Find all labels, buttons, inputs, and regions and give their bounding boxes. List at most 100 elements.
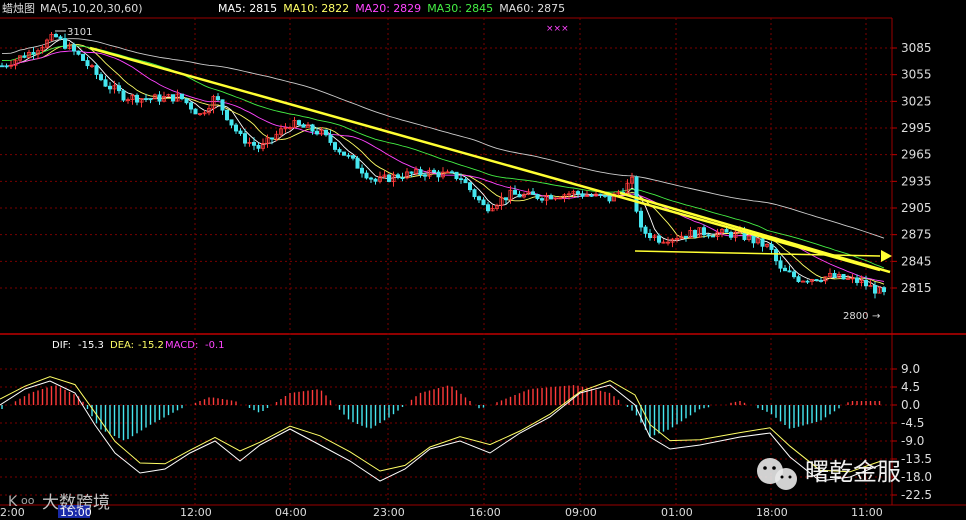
candle-body [328, 134, 333, 143]
candle-body [832, 273, 837, 278]
ma-legend-label: MA10: [283, 2, 318, 15]
macd-histogram [1, 385, 881, 441]
trendline-primary [89, 46, 881, 272]
candle-body [22, 55, 27, 58]
candle-body [256, 144, 261, 149]
candle-body [607, 195, 612, 202]
candle-body [179, 93, 184, 100]
candle-body [157, 94, 162, 102]
price-tick-label: 3055 [901, 68, 932, 82]
candle-body [684, 235, 689, 239]
candle-body [238, 130, 243, 134]
candle-body [85, 60, 90, 67]
candle-body [215, 96, 220, 101]
candle-body [485, 204, 490, 212]
candle-body [4, 65, 9, 68]
macd-tick-label: -22.5 [901, 488, 932, 502]
candle-body [359, 167, 364, 174]
ma-legend-value: 2815 [249, 2, 277, 15]
candle-body [517, 193, 522, 198]
candle-body [269, 137, 274, 140]
low-price-arrow-icon: → [872, 311, 880, 322]
candle-body [729, 231, 734, 238]
candle-body [648, 233, 653, 238]
moving-average-lines [1, 38, 885, 290]
candle-body [400, 177, 405, 179]
dif-label: DIF: [52, 340, 71, 351]
candle-body [220, 99, 225, 111]
candle-body [422, 174, 427, 177]
candle-body [355, 157, 360, 169]
candle-body [72, 44, 77, 52]
candle-body [751, 235, 756, 244]
macd-tick-label: 9.0 [901, 362, 920, 376]
candle-body [31, 51, 36, 55]
candle-body [193, 108, 198, 115]
marker-label: ××× [546, 24, 569, 34]
candle-body [143, 98, 148, 100]
candle-body [233, 124, 238, 132]
candle-body [81, 53, 86, 61]
trendline-secondary [619, 191, 891, 274]
candlesticks [0, 31, 887, 299]
candle-body [531, 191, 536, 195]
candle-body [229, 119, 234, 126]
macd-tick-label: 4.5 [901, 380, 920, 394]
watermark-right: 曙乾金服 [757, 458, 901, 490]
time-label: 04:00 [275, 506, 307, 519]
macd-tick-label: 0.0 [901, 398, 920, 412]
macd-tick-label: -9.0 [901, 434, 924, 448]
time-label: 16:00 [469, 506, 501, 519]
dea-label: DEA: [110, 340, 134, 351]
time-axis: 12:00 04:00 23:00 16:00 09:00 01:00 18:00 11:00 [180, 506, 883, 519]
candle-body [576, 191, 581, 195]
support-arrow-icon [881, 250, 892, 262]
candle-body [819, 280, 824, 282]
candle-body [476, 196, 481, 201]
candle-body [868, 284, 873, 287]
candle-body [54, 33, 59, 38]
candle-body [792, 271, 797, 278]
candle-body [458, 178, 463, 181]
candle-body [431, 169, 436, 173]
price-tick-label: 3085 [901, 41, 932, 55]
candle-body [778, 260, 783, 269]
candle-body [148, 98, 153, 101]
candle-body [301, 124, 306, 128]
candle-body [449, 171, 454, 174]
time-label: 12:00 [180, 506, 212, 519]
candle-body [702, 227, 707, 236]
candle-body [454, 171, 459, 180]
price-tick-label: 2905 [901, 201, 932, 215]
candle-body [134, 94, 139, 103]
candle-body [350, 155, 355, 159]
candle-body [296, 120, 301, 126]
candle-body [436, 171, 441, 178]
candle-body [535, 194, 540, 199]
candle-body [251, 141, 256, 146]
candle-body [643, 226, 648, 234]
ma-legend-value: 2822 [321, 2, 349, 15]
dif-value: -15.3 [78, 340, 104, 351]
macd-tick-label: -4.5 [901, 416, 924, 430]
candle-body [693, 230, 698, 238]
candle-body [796, 276, 801, 282]
candle-body [711, 235, 716, 238]
candle-body [242, 133, 247, 144]
chart-canvas[interactable]: 蜡烛图 MA(5,10,20,30,60) MA5: 2815 MA10: 2822 M… [0, 0, 966, 520]
ma-legend-value: 2829 [393, 2, 421, 15]
candle-body [760, 238, 765, 247]
support-line [634, 250, 881, 257]
candle-body [409, 171, 414, 174]
high-price-label: 3101 [67, 27, 92, 38]
ma-line [2, 50, 885, 282]
candle-body [121, 90, 126, 101]
candle-body [774, 249, 779, 262]
candle-body [337, 149, 342, 153]
price-tick-label: 2815 [901, 281, 932, 295]
candle-body [882, 287, 887, 293]
candle-body [706, 234, 711, 237]
candle-body [373, 178, 378, 182]
candle-body [0, 65, 4, 68]
candle-body [386, 174, 391, 182]
